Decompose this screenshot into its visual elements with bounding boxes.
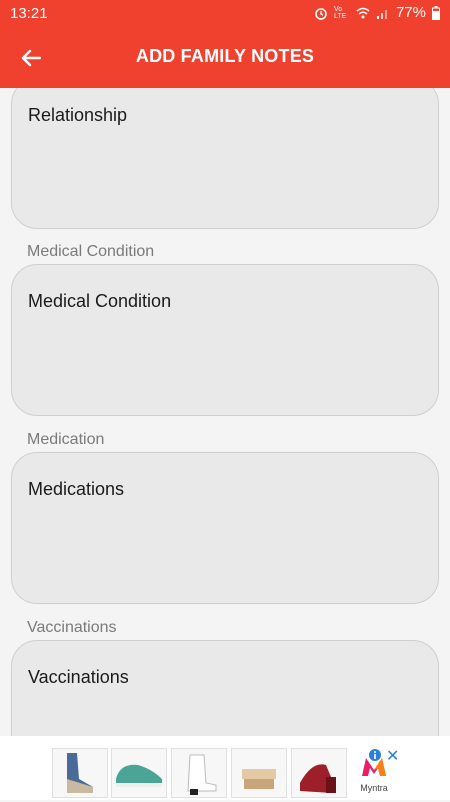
status-icons: Vo LTE 77% xyxy=(314,4,440,21)
page-title: ADD FAMILY NOTES xyxy=(135,46,315,66)
ad-product-image[interactable] xyxy=(52,748,108,798)
ad-product-image[interactable] xyxy=(231,748,287,798)
relationship-field-text: Relationship xyxy=(28,105,128,125)
medical-condition-field-text: Medical Condition xyxy=(28,291,172,311)
medication-field-text: Medications xyxy=(28,479,125,499)
app-toolbar: ADD FAMILY NOTES xyxy=(0,28,450,88)
advertiser-brand[interactable]: Myntra xyxy=(352,756,396,793)
ad-product-image[interactable] xyxy=(291,748,347,798)
vaccinations-field-text: Vaccinations xyxy=(28,667,129,687)
status-time: 13:21 xyxy=(10,5,48,22)
ad-product-image[interactable] xyxy=(111,748,167,798)
medical-condition-label: Medical Condition xyxy=(27,243,155,260)
vaccinations-label: Vaccinations xyxy=(27,619,117,636)
brand-name: Myntra xyxy=(360,783,388,793)
battery-percent: 77% xyxy=(395,4,426,21)
battery-icon xyxy=(432,5,440,20)
medication-label: Medication xyxy=(27,431,105,448)
status-bar: 13:21 Vo LTE 77% xyxy=(0,0,450,28)
myntra-logo-icon xyxy=(362,758,386,776)
ad-banner[interactable]: ✕ Myntra xyxy=(0,736,450,800)
alarm-icon xyxy=(315,7,327,20)
relationship-field[interactable]: Relationship xyxy=(11,88,439,229)
signal-icon xyxy=(376,9,387,19)
medication-field[interactable]: Medications xyxy=(11,452,439,604)
wifi-icon xyxy=(356,7,370,18)
medical-condition-field[interactable]: Medical Condition xyxy=(11,264,439,416)
vaccinations-field[interactable]: Vaccinations xyxy=(11,640,439,736)
ad-product-image[interactable] xyxy=(171,748,227,798)
form-scroll-area[interactable]: Relationship Medical Condition Medical C… xyxy=(0,88,450,736)
volte-indicator: Vo LTE xyxy=(333,5,347,20)
